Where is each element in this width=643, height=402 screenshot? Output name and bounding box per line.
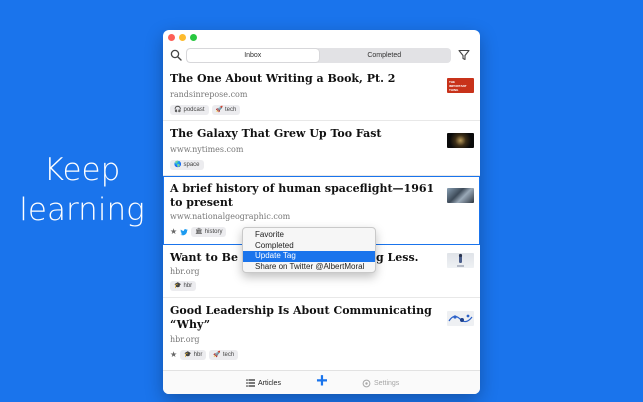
- article-row[interactable]: Good Leadership Is About Communicating “…: [163, 298, 480, 370]
- tag-chip[interactable]: 🚀 tech: [209, 350, 239, 360]
- article-thumbnail: [447, 253, 474, 268]
- article-title-end: g Less.: [376, 251, 419, 264]
- tag-label: tech: [222, 352, 235, 358]
- toolbar: Inbox Completed: [163, 47, 480, 65]
- article-thumbnail: THE IMPORTANT THING: [447, 78, 474, 93]
- gear-icon: [362, 379, 371, 387]
- menu-item-share-twitter[interactable]: Share on Twitter @AlbertMoral: [243, 262, 375, 273]
- article-thumbnail: [447, 188, 474, 203]
- article-list: The One About Writing a Book, Pt. 2 rand…: [163, 66, 480, 370]
- tab-inbox[interactable]: Inbox: [187, 49, 319, 62]
- tag-chip[interactable]: 🎧 podcast: [170, 105, 209, 115]
- article-tags: 🌎 space: [170, 160, 204, 170]
- favorite-star-icon[interactable]: ★: [170, 351, 177, 359]
- tag-chip[interactable]: 🎓 hbr: [180, 350, 207, 360]
- close-window-button[interactable]: [168, 34, 175, 41]
- context-menu: Favorite Completed Update Tag Share on T…: [242, 227, 376, 273]
- favorite-star-icon[interactable]: ★: [170, 228, 177, 236]
- menu-item-update-tag[interactable]: Update Tag: [243, 251, 375, 262]
- tagline: Keep learning: [12, 150, 152, 230]
- graduation-cap-icon: 🎓: [184, 352, 192, 358]
- menu-item-favorite[interactable]: Favorite: [243, 230, 375, 241]
- article-row[interactable]: The One About Writing a Book, Pt. 2 rand…: [163, 66, 480, 121]
- article-domain: www.nationalgeographic.com: [170, 212, 291, 221]
- article-title: The One About Writing a Book, Pt. 2: [170, 72, 396, 85]
- tag-chip[interactable]: 🏛 history: [191, 227, 227, 237]
- globe-icon: 🌎: [174, 162, 182, 168]
- tab-completed[interactable]: Completed: [319, 49, 451, 62]
- tag-label: tech: [224, 107, 237, 113]
- building-icon: 🏛: [195, 229, 203, 235]
- tagline-line-2: learning: [19, 192, 145, 228]
- article-title: The Galaxy That Grew Up Too Fast: [170, 127, 382, 140]
- tab-settings[interactable]: Settings: [362, 371, 399, 394]
- tag-chip[interactable]: 🎓 hbr: [170, 281, 197, 291]
- article-thumbnail: [447, 311, 474, 326]
- article-title: Good Leadership Is About Communicating “…: [170, 304, 432, 331]
- app-window: Inbox Completed The One About Writing a …: [163, 30, 480, 394]
- figure-illustration: [457, 253, 464, 267]
- article-title: A brief history of human spaceflight—196…: [170, 182, 435, 209]
- window-controls: [168, 34, 197, 41]
- tab-articles-label: Articles: [258, 379, 281, 387]
- tag-label: podcast: [183, 107, 205, 113]
- rocket-icon: 🚀: [215, 107, 223, 113]
- article-domain: hbr.org: [170, 267, 200, 276]
- article-domain: hbr.org: [170, 335, 200, 344]
- tag-chip[interactable]: 🚀 tech: [211, 105, 241, 115]
- zoom-window-button[interactable]: [190, 34, 197, 41]
- tagline-line-1: Keep: [43, 152, 121, 188]
- minimize-window-button[interactable]: [179, 34, 186, 41]
- article-domain: randsinrepose.com: [170, 90, 248, 99]
- network-illustration: [448, 314, 473, 323]
- tag-label: history: [204, 229, 223, 235]
- tag-label: hbr: [193, 352, 203, 358]
- article-tags: 🎓 hbr: [170, 281, 197, 291]
- list-icon: [246, 379, 255, 387]
- tag-label: hbr: [183, 283, 193, 289]
- tab-articles[interactable]: Articles: [246, 371, 281, 394]
- tag-chip[interactable]: 🌎 space: [170, 160, 204, 170]
- article-tags: 🎧 podcast 🚀 tech: [170, 105, 241, 115]
- rocket-icon: 🚀: [213, 352, 221, 358]
- graduation-cap-icon: 🎓: [174, 283, 182, 289]
- article-thumbnail: [447, 133, 474, 148]
- article-tags: ★ 🏛 history: [170, 227, 227, 237]
- twitter-bird-icon[interactable]: [180, 228, 188, 236]
- tab-settings-label: Settings: [374, 379, 400, 387]
- bottom-tab-bar: Articles + Settings: [163, 370, 480, 394]
- add-article-button[interactable]: +: [313, 371, 331, 391]
- thumbnail-text: THE IMPORTANT THING: [449, 80, 467, 92]
- inbox-completed-segmented-control: Inbox Completed: [186, 48, 451, 63]
- headphones-icon: 🎧: [174, 107, 182, 113]
- search-icon[interactable]: [170, 49, 182, 61]
- filter-icon[interactable]: [458, 49, 470, 61]
- menu-item-completed[interactable]: Completed: [243, 241, 375, 252]
- article-tags: ★ 🎓 hbr 🚀 tech: [170, 350, 239, 360]
- article-domain: www.nytimes.com: [170, 145, 244, 154]
- article-row[interactable]: The Galaxy That Grew Up Too Fast www.nyt…: [163, 121, 480, 176]
- tag-label: space: [183, 162, 200, 168]
